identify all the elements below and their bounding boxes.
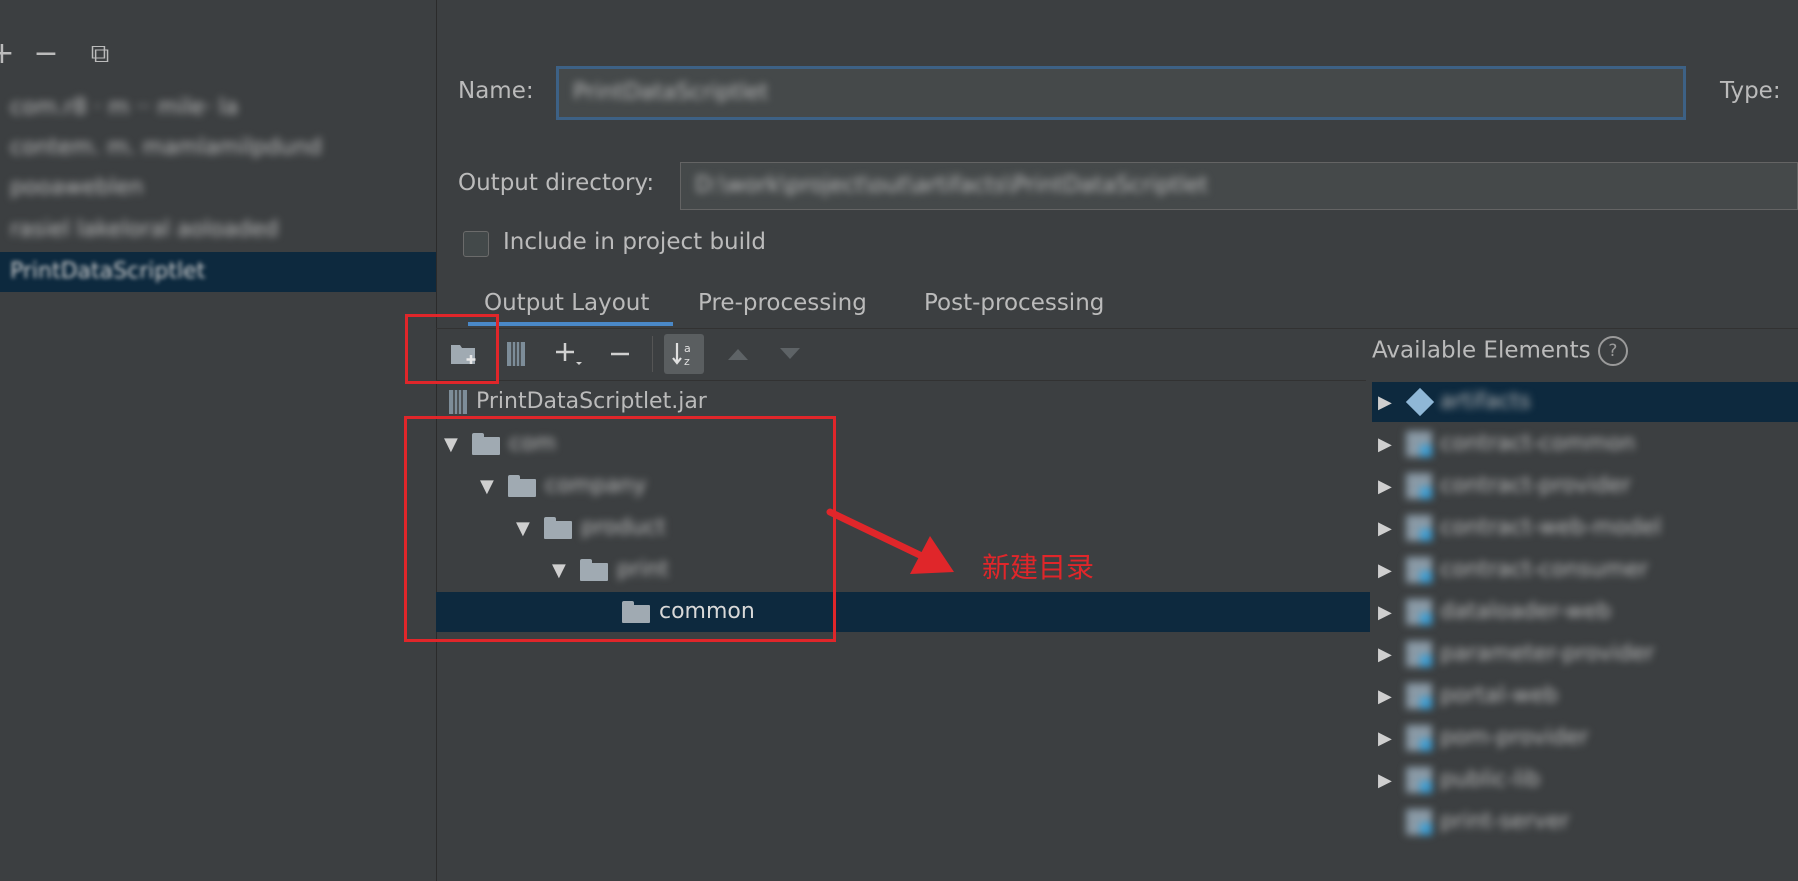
artifact-item[interactable]: pooaweblen (0, 168, 436, 208)
expand-triangle-icon[interactable]: ▶ (1372, 551, 1406, 591)
tab-divider (436, 328, 1798, 329)
help-icon[interactable]: ? (1597, 336, 1628, 366)
module-icon (1406, 431, 1432, 457)
add-icon[interactable]: + (0, 36, 20, 72)
module-icon (1406, 683, 1432, 709)
jar-icon (449, 390, 467, 414)
available-item-label: contract-web-model (1440, 515, 1662, 540)
expand-triangle-icon[interactable]: ▶ (1372, 719, 1406, 759)
expand-triangle-icon[interactable]: ▶ (1372, 425, 1406, 465)
artifact-item-label: pooaweblen (10, 175, 144, 200)
available-item-label: dataloader-web (1440, 599, 1612, 624)
available-item-label: contract-common (1440, 431, 1636, 456)
add-icon[interactable] (548, 334, 588, 374)
expand-triangle-icon[interactable]: ▶ (1372, 467, 1406, 507)
tree-item-label: PrintDataScriptlet.jar (476, 389, 707, 414)
available-item-label: pom-provider (1440, 725, 1589, 750)
type-label: Type: (1720, 78, 1781, 104)
move-down-icon[interactable] (770, 334, 810, 374)
name-input[interactable]: PrintDataScriptlet (556, 66, 1686, 120)
available-item[interactable]: ▶ contract-consumer (1372, 550, 1798, 590)
available-item[interactable]: ▶ contract-common (1372, 424, 1798, 464)
expand-triangle-icon[interactable]: ▶ (1372, 677, 1406, 717)
artifact-item-label: com.r8 · m ·· mile· la (10, 95, 239, 120)
move-up-icon[interactable] (718, 334, 758, 374)
module-icon (1406, 767, 1432, 793)
available-item-label: portal-web (1440, 683, 1559, 708)
toolbar-divider (436, 380, 1366, 381)
output-directory-value: D:\work\project\out\artifacts\PrintDataS… (695, 173, 1208, 198)
artifact-item[interactable]: rasiel lakeloral aoloaded (0, 210, 436, 250)
expand-triangle-icon[interactable]: ▶ (1372, 593, 1406, 633)
available-elements-title: Available Elements ? (1372, 336, 1628, 366)
artifact-item[interactable]: com.r8 · m ·· mile· la (0, 88, 436, 128)
svg-text:a: a (684, 342, 691, 355)
available-item[interactable]: ▶ contract-provider (1372, 466, 1798, 506)
name-label: Name: (458, 78, 534, 104)
available-item[interactable]: ▶ contract-web-model (1372, 508, 1798, 548)
available-item-label: parameter-provider (1440, 641, 1655, 666)
available-item-label: contract-provider (1440, 473, 1631, 498)
module-icon (1406, 641, 1432, 667)
tab-post-processing[interactable]: Post-processing (924, 280, 1104, 326)
module-icon (1406, 557, 1432, 583)
available-item-label: print-server (1440, 809, 1570, 834)
module-icon (1406, 599, 1432, 625)
artifact-item-label: contem. m. mamlamilpdund (10, 135, 322, 160)
module-icon (1406, 725, 1432, 751)
name-value: PrintDataScriptlet (573, 80, 769, 105)
available-item-label: public-lib (1440, 767, 1541, 792)
remove-icon[interactable]: − (28, 36, 64, 72)
module-icon (1406, 515, 1432, 541)
include-in-build-checkbox[interactable] (463, 231, 489, 257)
archive-icon[interactable] (496, 334, 536, 374)
expand-triangle-icon[interactable]: ▶ (1372, 509, 1406, 549)
available-item[interactable]: ▶ artifacts (1372, 382, 1798, 422)
available-item-label: contract-consumer (1440, 557, 1649, 582)
expand-triangle-icon[interactable]: ▶ (1372, 761, 1406, 801)
tab-pre-processing[interactable]: Pre-processing (698, 280, 867, 326)
artifact-item[interactable]: contem. m. mamlamilpdund (0, 128, 436, 168)
artifact-item-selected[interactable]: PrintDataScriptlet (0, 252, 436, 292)
artifact-item-label: PrintDataScriptlet (10, 259, 206, 284)
artifacts-icon (1405, 387, 1435, 417)
artifact-list-panel: + − ⧉ com.r8 · m ·· mile· la contem. m. … (0, 0, 437, 881)
annotation-highlight-box (405, 314, 499, 384)
module-icon (1406, 809, 1432, 835)
available-item[interactable]: ▶ parameter-provider (1372, 634, 1798, 674)
expand-triangle-icon[interactable]: ▶ (1372, 635, 1406, 675)
available-elements-label: Available Elements (1372, 337, 1591, 364)
annotation-highlight-box (404, 416, 836, 642)
tab-output-layout[interactable]: Output Layout (484, 280, 649, 326)
available-item[interactable]: ▶ public-lib (1372, 760, 1798, 800)
svg-text:z: z (684, 355, 690, 368)
expand-triangle-icon[interactable]: ▶ (1372, 383, 1406, 423)
artifact-item-label: rasiel lakeloral aoloaded (10, 217, 279, 242)
available-item-label: artifacts (1440, 389, 1531, 414)
annotation-label: 新建目录 (982, 551, 1095, 584)
available-item[interactable]: ▶ dataloader-web (1372, 592, 1798, 632)
toolbar-separator (652, 336, 653, 372)
remove-icon[interactable] (600, 334, 640, 374)
module-icon (1406, 473, 1432, 499)
copy-icon[interactable]: ⧉ (82, 36, 118, 72)
sort-icon[interactable]: az (664, 334, 704, 374)
available-item[interactable]: ▶ portal-web (1372, 676, 1798, 716)
available-item[interactable]: ▶print-server (1372, 802, 1798, 842)
output-directory-input[interactable]: D:\work\project\out\artifacts\PrintDataS… (680, 162, 1798, 210)
annotation-arrow-icon (826, 508, 954, 574)
output-directory-label: Output directory: (458, 170, 655, 196)
include-in-build-label: Include in project build (503, 229, 767, 255)
available-item[interactable]: ▶ pom-provider (1372, 718, 1798, 758)
